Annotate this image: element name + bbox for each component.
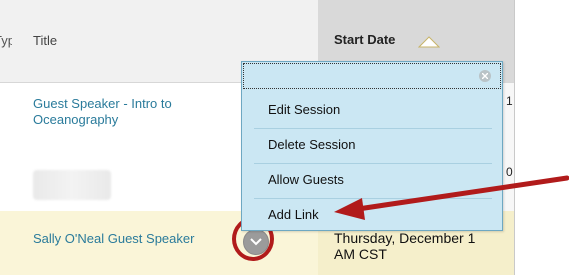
- annotation-arrow: [334, 175, 569, 220]
